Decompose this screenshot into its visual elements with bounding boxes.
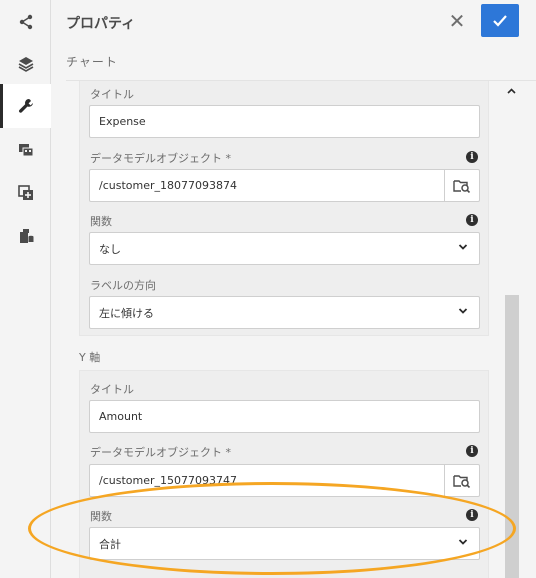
data-icon	[19, 229, 33, 243]
layers-button[interactable]	[0, 42, 51, 86]
section-tab-chart[interactable]: チャート	[66, 53, 118, 70]
x-axis-card: タイトル Expense データモデルオブジェクト * i /customer_…	[79, 81, 489, 336]
layers-icon	[18, 57, 33, 72]
x-func-select[interactable]: なし	[89, 232, 480, 265]
x-dmo-browse-button[interactable]	[444, 170, 479, 201]
media-icon	[18, 144, 33, 157]
chevron-down-icon	[458, 244, 468, 250]
add-component-icon	[17, 185, 33, 200]
y-axis-heading: Y 軸	[79, 351, 101, 364]
panel-header: プロパティ ✕	[51, 0, 536, 42]
x-title-value: Expense	[99, 115, 146, 128]
x-func-label: 関数	[90, 215, 112, 228]
properties-button[interactable]	[0, 84, 51, 128]
scrollbar-thumb[interactable]	[505, 295, 519, 578]
y-title-input[interactable]: Amount	[89, 400, 480, 433]
panel-title: プロパティ	[66, 16, 136, 32]
folder-search-icon	[453, 179, 471, 193]
y-func-value: 合計	[99, 537, 121, 551]
data-button[interactable]	[0, 214, 51, 258]
left-rail	[0, 0, 51, 578]
scrollbar[interactable]	[503, 81, 519, 578]
x-label-dir-label: ラベルの方向	[90, 279, 156, 292]
confirm-button[interactable]	[481, 4, 519, 37]
y-dmo-browse-button[interactable]	[444, 465, 479, 496]
x-dmo-input[interactable]: /customer_18077093874	[89, 169, 480, 202]
y-func-label: 関数	[90, 510, 112, 523]
y-title-label: タイトル	[90, 383, 134, 396]
x-title-input[interactable]: Expense	[89, 105, 480, 138]
folder-search-icon	[453, 474, 471, 488]
properties-scroll-area: タイトル Expense データモデルオブジェクト * i /customer_…	[66, 81, 506, 578]
y-dmo-info-icon[interactable]: i	[466, 445, 478, 457]
share-button[interactable]	[0, 0, 51, 44]
properties-panel: プロパティ ✕ チャート タイトル Expense データモデルオブジェクト *…	[51, 0, 536, 578]
checkmark-icon	[493, 14, 507, 27]
y-dmo-value: /customer_15077093747	[99, 474, 237, 487]
x-dmo-label: データモデルオブジェクト *	[90, 152, 231, 165]
x-dmo-info-icon[interactable]: i	[466, 151, 478, 163]
x-dmo-value: /customer_18077093874	[99, 179, 237, 192]
y-dmo-input[interactable]: /customer_15077093747	[89, 464, 480, 497]
x-func-info-icon[interactable]: i	[466, 214, 478, 226]
scroll-up-arrow-icon[interactable]	[507, 87, 516, 96]
add-component-button[interactable]	[0, 171, 51, 215]
x-label-dir-value: 左に傾ける	[99, 306, 154, 320]
chevron-down-icon	[458, 539, 468, 545]
media-button[interactable]	[0, 128, 51, 172]
y-title-value: Amount	[99, 410, 143, 423]
x-title-label: タイトル	[90, 88, 134, 101]
y-func-info-icon[interactable]: i	[466, 509, 478, 521]
chevron-down-icon	[458, 308, 468, 314]
share-icon	[19, 14, 32, 30]
y-axis-card: タイトル Amount データモデルオブジェクト * i /customer_1…	[79, 370, 489, 578]
close-icon: ✕	[448, 9, 466, 33]
x-label-dir-select[interactable]: 左に傾ける	[89, 296, 480, 329]
close-button[interactable]: ✕	[443, 8, 471, 34]
y-dmo-label: データモデルオブジェクト *	[90, 446, 231, 459]
y-func-select[interactable]: 合計	[89, 527, 480, 560]
x-func-value: なし	[99, 242, 121, 256]
wrench-icon	[18, 99, 33, 113]
